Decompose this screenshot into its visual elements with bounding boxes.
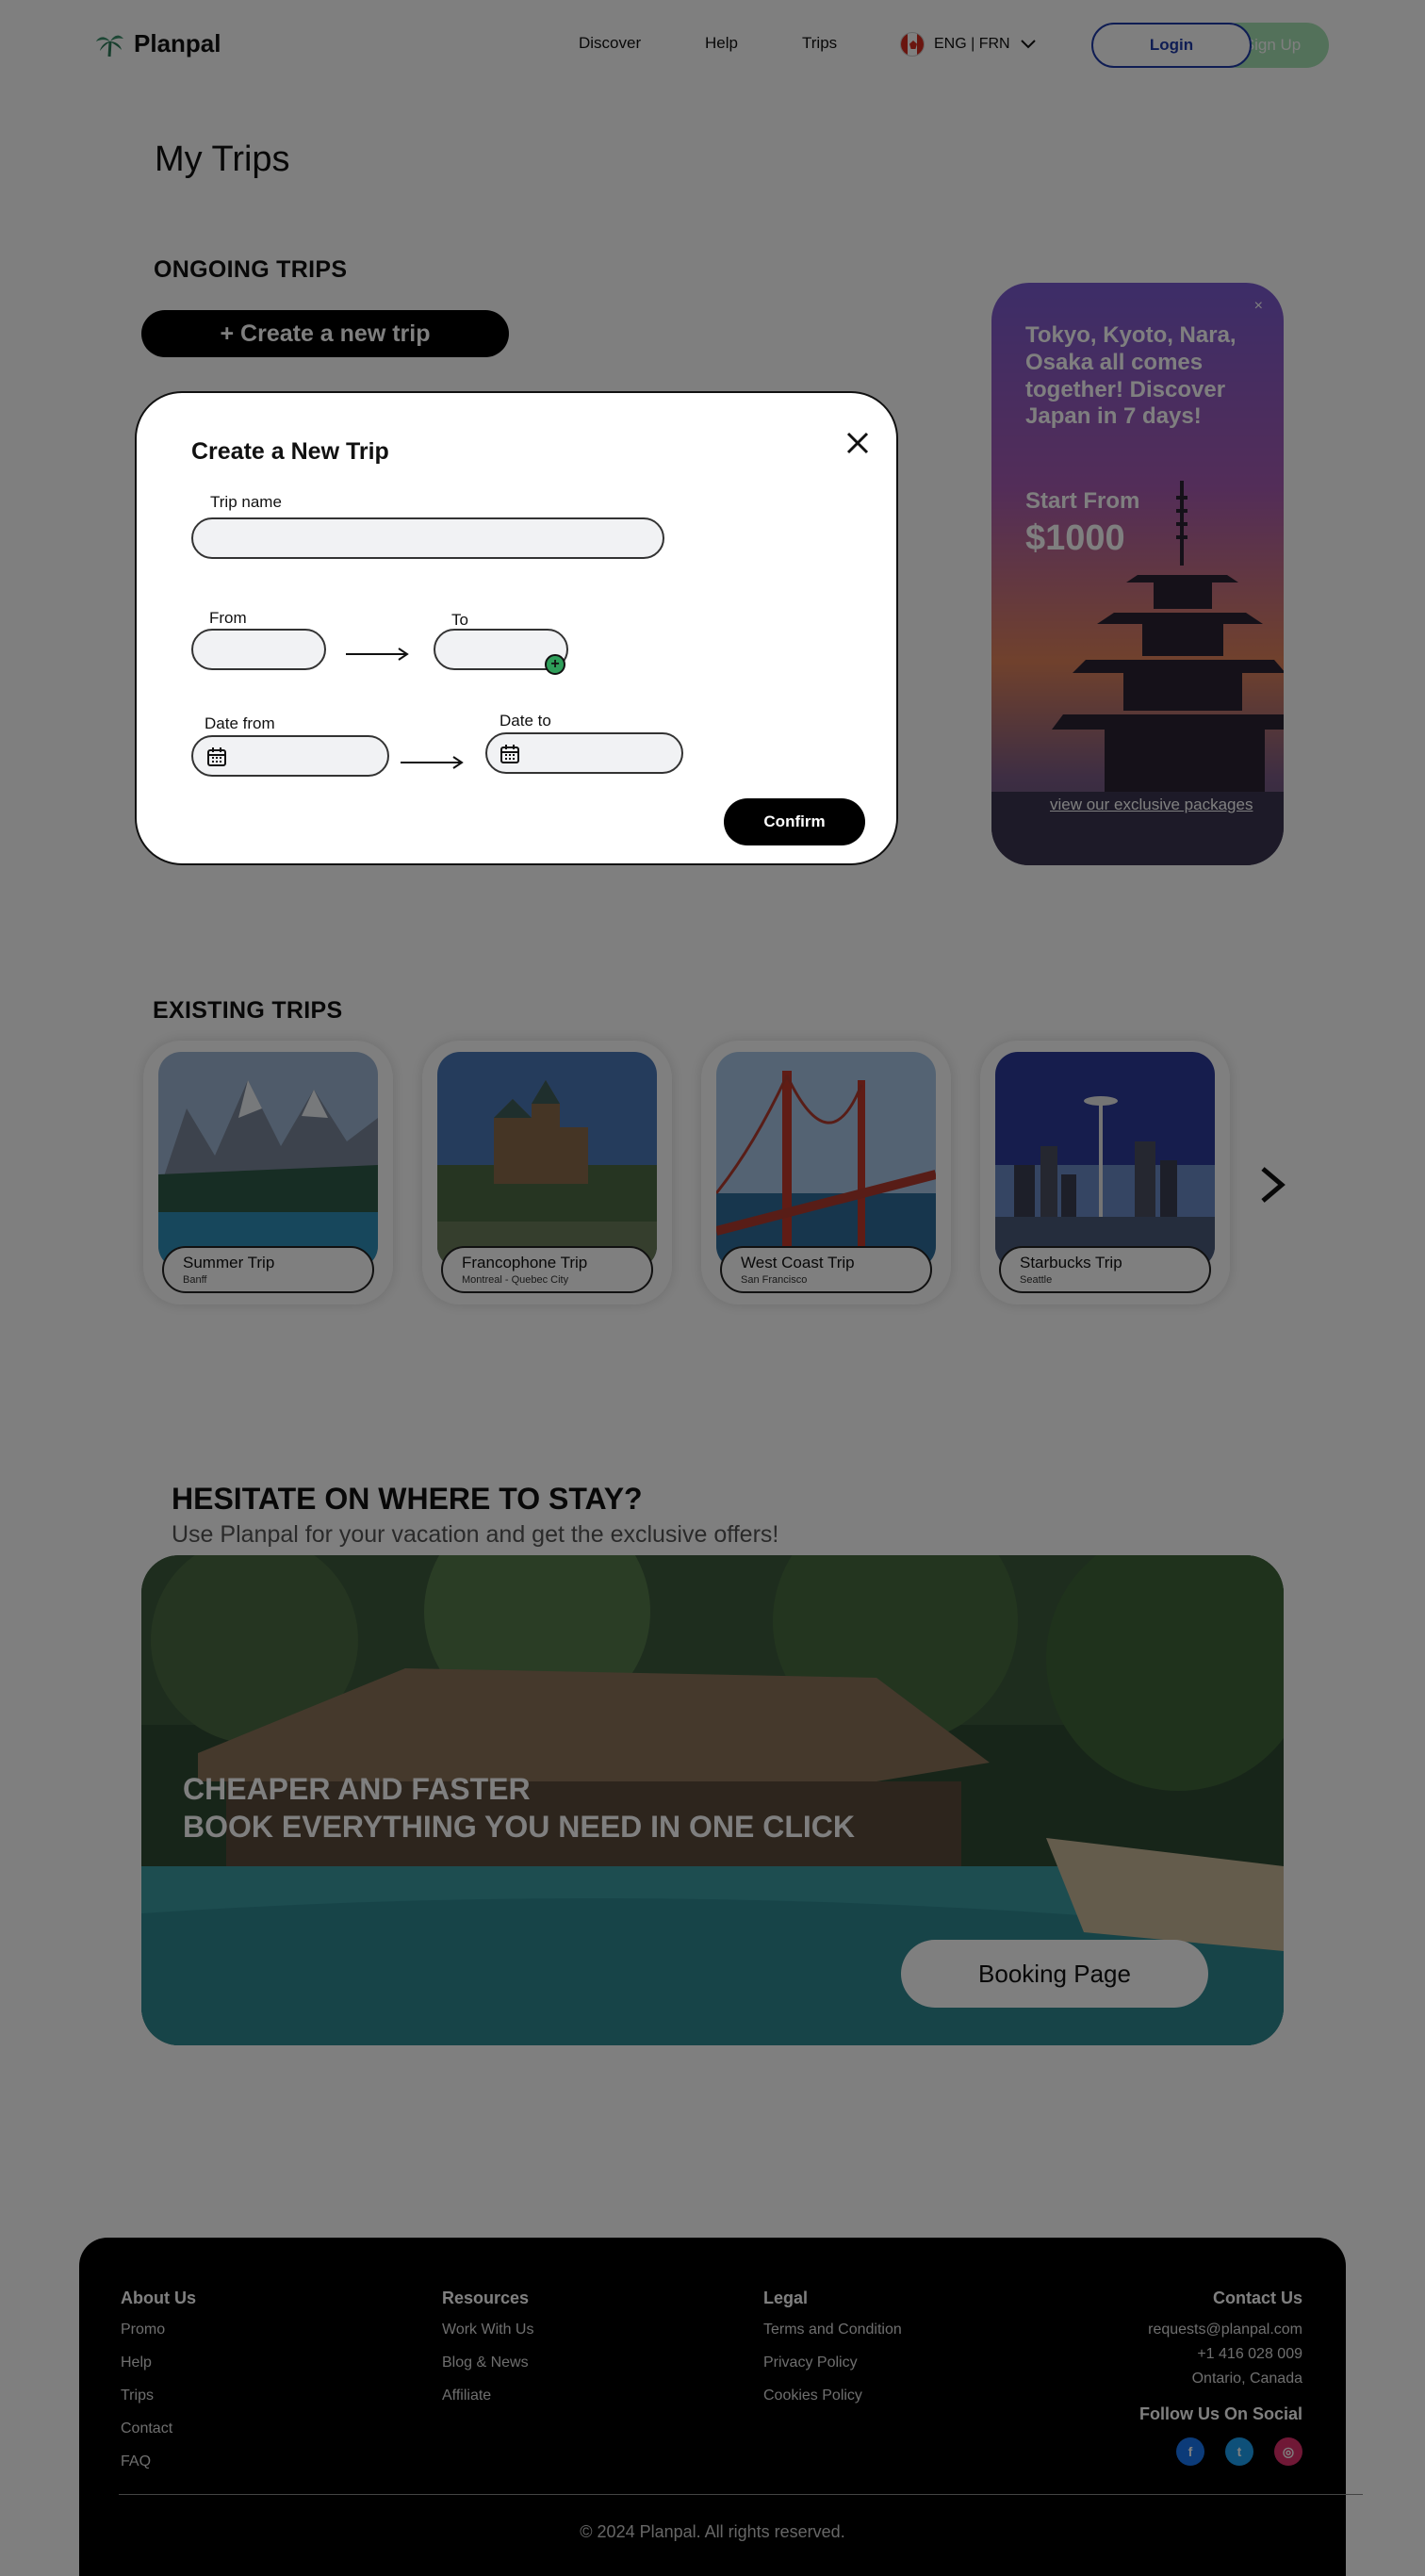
to-label: To [451, 611, 468, 629]
close-icon[interactable] [845, 431, 870, 455]
create-trip-modal: Create a New Trip Trip name From To + Da… [135, 391, 898, 865]
from-label: From [209, 609, 247, 627]
arrow-right-icon [401, 756, 464, 769]
trip-name-label: Trip name [210, 493, 282, 511]
confirm-button[interactable]: Confirm [724, 798, 865, 845]
trip-name-input[interactable] [191, 517, 664, 559]
modal-backdrop[interactable] [0, 0, 1425, 2576]
modal-title: Create a New Trip [191, 438, 389, 465]
date-from-label: Date from [205, 714, 275, 732]
calendar-icon[interactable] [206, 747, 227, 767]
calendar-icon[interactable] [500, 744, 520, 764]
date-to-label: Date to [500, 712, 551, 730]
add-destination-icon[interactable]: + [545, 654, 565, 675]
from-input[interactable] [191, 629, 326, 670]
arrow-right-icon [346, 648, 409, 661]
